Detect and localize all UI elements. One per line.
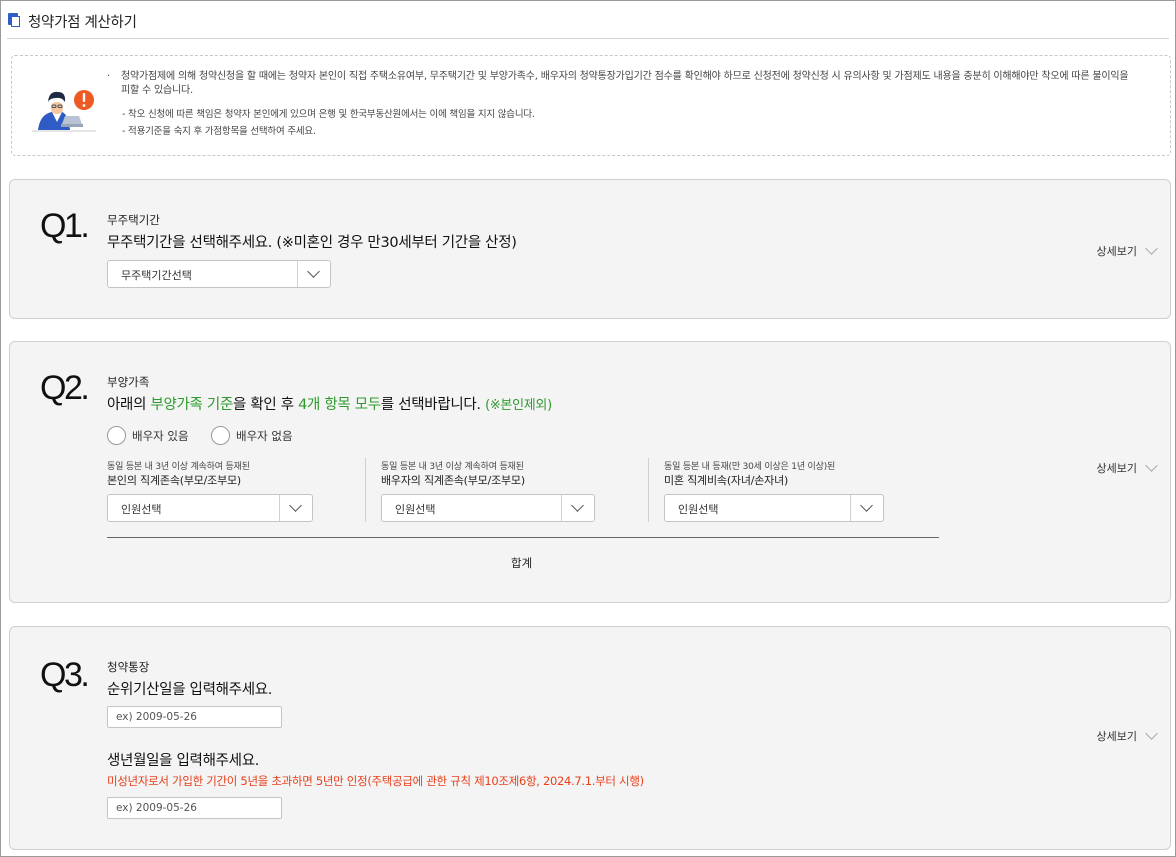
column-sub-label: 동일 등본 내 등재(만 30세 이상은 1년 이상)된 [664, 462, 836, 472]
chevron-down-icon [1145, 242, 1158, 255]
homeless-period-select[interactable]: 무주택기간선택 [107, 260, 331, 288]
birth-date-input[interactable] [107, 797, 282, 819]
chevron-down-icon [571, 499, 584, 512]
column-sub-label: 동일 등본 내 3년 이상 계속하여 등재된 [107, 462, 250, 472]
chevron-down-icon [860, 499, 873, 512]
chevron-down-icon [1145, 727, 1158, 740]
document-icon [8, 13, 21, 27]
column-label: 본인의 직계존속(부모/조부모) [107, 474, 242, 487]
notice-sub-item: - 적용기준을 숙지 후 가점항목을 선택하여 주세요. [122, 126, 316, 137]
question-category: 청약통장 [107, 660, 150, 674]
page-header: 청약가점 계산하기 [7, 9, 1169, 39]
detail-toggle[interactable]: 상세보기 [1097, 242, 1158, 259]
spouse-yes-radio[interactable]: 배우자 있음 [107, 426, 189, 445]
question-3-card: Q3. 청약통장 순위기산일을 입력해주세요. 생년월일을 입력해주세요. 미성… [9, 626, 1171, 850]
chevron-down-icon [307, 265, 320, 278]
divider [648, 458, 649, 522]
person-warning-illustration [32, 90, 96, 132]
lineal-descendant-select[interactable]: 인원선택 [664, 494, 884, 522]
notice-box: · 청약가점제에 의해 청약신청을 할 때에는 청약자 본인이 직접 주택소유여… [11, 55, 1171, 156]
notice-bullet: · [107, 71, 111, 82]
column-sub-label: 동일 등본 내 3년 이상 계속하여 등재된 [381, 462, 524, 472]
question-text: 생년월일을 입력해주세요. [107, 753, 260, 769]
question-text: 아래의 부양가족 기준을 확인 후 4개 항목 모두를 선택바랍니다. (※본인… [107, 397, 552, 413]
minor-period-warning: 미성년자로서 가입한 기간이 5년을 초과하면 5년만 인정(주택공급에 관한 … [107, 774, 644, 788]
divider [365, 458, 366, 522]
detail-toggle[interactable]: 상세보기 [1097, 459, 1158, 476]
question-2-card: Q2. 부양가족 아래의 부양가족 기준을 확인 후 4개 항목 모두를 선택바… [9, 341, 1171, 603]
page-title: 청약가점 계산하기 [28, 15, 137, 31]
chevron-down-icon [289, 499, 302, 512]
spouse-lineal-ascendant-select[interactable]: 인원선택 [381, 494, 595, 522]
question-number: Q3. [40, 656, 90, 694]
subscription-start-date-input[interactable] [107, 706, 282, 728]
question-1-card: Q1. 무주택기간 무주택기간을 선택해주세요. (※미혼인 경우 만30세부터… [9, 179, 1171, 319]
question-number: Q2. [40, 369, 90, 407]
question-text: 무주택기간을 선택해주세요. (※미혼인 경우 만30세부터 기간을 산정) [107, 235, 517, 251]
total-label: 합계 [511, 556, 533, 570]
question-number: Q1. [40, 207, 90, 245]
notice-text: 청약가점제에 의해 청약신청을 할 때에는 청약자 본인이 직접 주택소유여부,… [121, 71, 1129, 96]
detail-toggle[interactable]: 상세보기 [1097, 727, 1158, 744]
question-category: 부양가족 [107, 375, 150, 389]
own-lineal-ascendant-select[interactable]: 인원선택 [107, 494, 313, 522]
total-divider [107, 537, 939, 538]
question-category: 무주택기간 [107, 213, 160, 227]
question-text: 순위기산일을 입력해주세요. [107, 682, 273, 698]
chevron-down-icon [1145, 459, 1158, 472]
column-label: 미혼 직계비속(자녀/손자녀) [664, 474, 789, 487]
column-label: 배우자의 직계존속(부모/조부모) [381, 474, 525, 487]
notice-sub-item: - 착오 신청에 따른 책임은 청약자 본인에게 있으며 은행 및 한국부동산원… [122, 109, 535, 120]
spouse-no-radio[interactable]: 배우자 없음 [211, 426, 293, 445]
